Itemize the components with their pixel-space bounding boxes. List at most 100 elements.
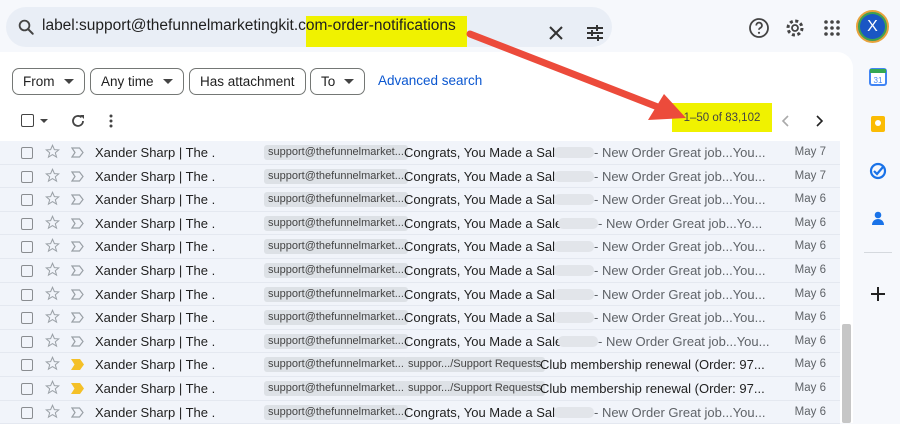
table-row[interactable]: Xander Sharp | The . support@thefunnelmar… xyxy=(0,400,840,424)
table-row[interactable]: Xander Sharp | The . support@thefunnelmar… xyxy=(0,258,840,283)
label-chip[interactable]: support@thefunnelmarket... xyxy=(264,286,408,302)
close-icon[interactable] xyxy=(546,23,566,43)
email-snippet: - New Order Great job...You... xyxy=(594,239,766,255)
star-icon[interactable] xyxy=(45,167,60,183)
avatar[interactable]: X xyxy=(856,10,889,43)
label-chip[interactable]: suppor.../Support Requests xyxy=(404,357,546,373)
table-row[interactable]: Xander Sharp | The . support@thefunnelmar… xyxy=(0,306,840,330)
search-input[interactable]: label:support@thefunnelmarketingkit.com-… xyxy=(42,17,456,35)
important-marker-icon[interactable] xyxy=(71,382,84,394)
table-row[interactable]: Xander Sharp | The . support@thefunnelmar… xyxy=(0,353,840,377)
filter-to[interactable]: To xyxy=(310,68,366,95)
row-checkbox[interactable] xyxy=(21,194,33,207)
label-chip[interactable]: suppor.../Support Requests xyxy=(404,380,546,396)
row-checkbox[interactable] xyxy=(21,147,33,159)
chevron-left-icon[interactable] xyxy=(779,114,793,128)
label-chip[interactable]: support@thefunnelmarket... xyxy=(264,310,408,326)
email-subject: Congrats, You Made a Sale - xyxy=(404,333,571,349)
row-checkbox[interactable] xyxy=(21,382,33,395)
select-dropdown-icon[interactable] xyxy=(40,119,48,123)
label-chip[interactable]: support@thefunnelmarket... xyxy=(264,215,408,231)
tasks-icon[interactable] xyxy=(865,158,891,184)
search-icon[interactable] xyxy=(17,18,35,36)
star-icon[interactable] xyxy=(45,379,60,395)
keep-icon[interactable] xyxy=(865,111,891,137)
add-icon[interactable] xyxy=(865,281,891,307)
important-marker-icon[interactable] xyxy=(71,194,84,205)
table-row[interactable]: Xander Sharp | The . support@thefunnelmar… xyxy=(0,329,840,354)
star-icon[interactable] xyxy=(45,144,60,159)
important-marker-icon[interactable] xyxy=(71,170,84,182)
important-marker-icon[interactable] xyxy=(71,312,84,323)
star-icon[interactable] xyxy=(45,261,60,277)
important-marker-icon[interactable] xyxy=(71,265,84,276)
redacted-block xyxy=(554,241,594,253)
filter-to-label: To xyxy=(321,74,336,89)
more-vert-icon[interactable] xyxy=(106,113,116,129)
label-chip[interactable]: support@thefunnelmarket... xyxy=(264,333,408,349)
table-row[interactable]: Xander Sharp | The . support@thefunnelmar… xyxy=(0,235,840,259)
row-checkbox[interactable] xyxy=(21,335,33,348)
important-marker-icon[interactable] xyxy=(71,288,84,300)
calendar-icon[interactable]: 31 xyxy=(865,64,891,90)
filter-from[interactable]: From xyxy=(12,68,85,95)
star-icon[interactable] xyxy=(45,214,60,230)
gear-icon[interactable] xyxy=(784,17,806,39)
row-checkbox[interactable] xyxy=(21,312,33,325)
label-chip[interactable]: support@thefunnelmarket... xyxy=(264,192,408,208)
email-snippet: - New Order Great job...You... xyxy=(594,404,766,420)
row-checkbox[interactable] xyxy=(21,406,33,419)
row-checkbox[interactable] xyxy=(21,359,33,372)
table-row[interactable]: Xander Sharp | The . support@thefunnelmar… xyxy=(0,376,840,401)
label-chip[interactable]: support@thefunnelmarket... xyxy=(264,262,408,278)
important-marker-icon[interactable] xyxy=(71,336,84,347)
sender-name: Xander Sharp | The . xyxy=(95,239,216,255)
label-chip[interactable]: support@thefunnelmarket... xyxy=(264,404,408,420)
row-checkbox[interactable] xyxy=(21,241,33,254)
star-icon[interactable] xyxy=(45,285,60,301)
label-chip[interactable]: support@thefunnelmarket... xyxy=(264,239,408,255)
row-checkbox[interactable] xyxy=(21,264,33,277)
table-row[interactable]: Xander Sharp | The . support@thefunnelmar… xyxy=(0,141,840,165)
important-marker-icon[interactable] xyxy=(71,359,84,371)
table-row[interactable]: Xander Sharp | The . support@thefunnelmar… xyxy=(0,164,840,189)
advanced-search-link[interactable]: Advanced search xyxy=(378,73,482,88)
label-chip[interactable]: support@thefunnelmarket... xyxy=(264,168,408,184)
star-icon[interactable] xyxy=(45,191,60,206)
label-chip[interactable]: support@thefunnelmarket... xyxy=(264,145,408,160)
help-icon[interactable] xyxy=(748,17,770,39)
star-icon[interactable] xyxy=(45,309,60,324)
search-options-icon[interactable] xyxy=(584,22,606,44)
apps-grid-icon[interactable] xyxy=(821,17,843,39)
filter-has-attachment[interactable]: Has attachment xyxy=(189,68,306,95)
email-subject: Congrats, You Made a Sale - xyxy=(404,168,571,184)
row-checkbox[interactable] xyxy=(21,217,33,230)
email-subject: Congrats, You Made a Sale - xyxy=(404,215,571,231)
table-row[interactable]: Xander Sharp | The . support@thefunnelmar… xyxy=(0,188,840,212)
row-checkbox[interactable] xyxy=(21,288,33,301)
chevron-right-icon[interactable] xyxy=(812,114,826,128)
contacts-icon[interactable] xyxy=(865,205,891,231)
scrollbar[interactable] xyxy=(842,324,851,423)
sender-name: Xander Sharp | The . xyxy=(95,310,216,326)
important-marker-icon[interactable] xyxy=(71,147,84,158)
label-chip[interactable]: support@thefunnelmarket... xyxy=(264,357,408,373)
email-snippet: - New Order Great job...You... xyxy=(594,262,766,278)
email-date: May 6 xyxy=(794,358,826,371)
row-checkbox[interactable] xyxy=(21,170,33,183)
select-all-checkbox[interactable] xyxy=(21,114,34,127)
star-icon[interactable] xyxy=(45,403,60,419)
label-chip[interactable]: support@thefunnelmarket... xyxy=(264,380,408,396)
star-icon[interactable] xyxy=(45,356,60,371)
filter-any-time[interactable]: Any time xyxy=(90,68,184,95)
sender-name: Xander Sharp | The . xyxy=(95,380,216,396)
important-marker-icon[interactable] xyxy=(71,218,84,229)
important-marker-icon[interactable] xyxy=(71,406,84,418)
star-icon[interactable] xyxy=(45,332,60,348)
search-bar[interactable]: label:support@thefunnelmarketingkit.com-… xyxy=(6,7,612,47)
table-row[interactable]: Xander Sharp | The . support@thefunnelmar… xyxy=(0,211,840,236)
refresh-icon[interactable] xyxy=(70,113,86,129)
table-row[interactable]: Xander Sharp | The . support@thefunnelmar… xyxy=(0,282,840,307)
star-icon[interactable] xyxy=(45,238,60,253)
important-marker-icon[interactable] xyxy=(71,241,84,252)
